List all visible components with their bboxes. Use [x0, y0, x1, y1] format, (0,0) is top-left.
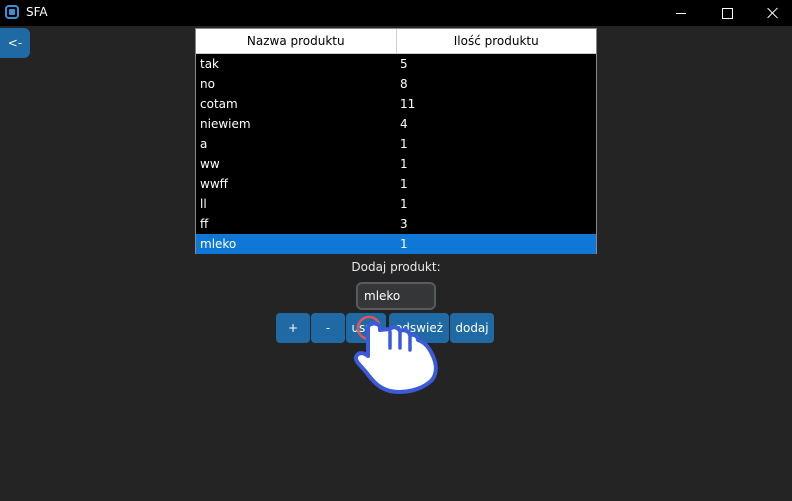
- cell-product-name: niewiem: [200, 117, 251, 131]
- cell-product-qty: 1: [400, 197, 408, 211]
- app-icon: [5, 5, 19, 19]
- table-body: tak 5 no 8 cotam 11 niewiem 4 a 1 ww 1 w…: [196, 54, 596, 254]
- table-header: Nazwa produktu Ilość produktu: [196, 29, 596, 54]
- cell-product-qty: 3: [400, 217, 408, 231]
- cell-product-qty: 11: [400, 97, 416, 111]
- cell-product-qty: 4: [400, 117, 408, 131]
- table-row[interactable]: tak 5: [196, 54, 596, 74]
- maximize-icon: [721, 7, 733, 19]
- cell-product-qty: 5: [400, 57, 408, 71]
- decrement-button[interactable]: -: [311, 313, 345, 343]
- table-row[interactable]: a 1: [196, 134, 596, 154]
- cell-product-qty: 8: [400, 77, 408, 91]
- table-row[interactable]: wwff 1: [196, 174, 596, 194]
- table-row[interactable]: ff 3: [196, 214, 596, 234]
- cell-product-name: cotam: [200, 97, 238, 111]
- title-bar: SFA: [0, 0, 792, 26]
- increment-button[interactable]: +: [276, 313, 310, 343]
- maximize-button[interactable]: [704, 0, 750, 26]
- window-title: SFA: [26, 5, 48, 19]
- back-button[interactable]: <-: [0, 28, 30, 58]
- minimize-icon: [676, 12, 686, 14]
- product-table: Nazwa produktu Ilość produktu tak 5 no 8…: [195, 28, 597, 254]
- cell-product-name: no: [200, 77, 215, 91]
- table-row[interactable]: ww 1: [196, 154, 596, 174]
- close-icon: [767, 7, 779, 19]
- table-row[interactable]: ll 1: [196, 194, 596, 214]
- cell-product-qty: 1: [400, 157, 408, 171]
- cell-product-qty: 1: [400, 177, 408, 191]
- table-row[interactable]: niewiem 4: [196, 114, 596, 134]
- column-header-quantity[interactable]: Ilość produktu: [395, 29, 597, 53]
- cell-product-name: ll: [200, 197, 207, 211]
- add-product-label: Dodaj produkt:: [351, 260, 441, 274]
- cell-product-qty: 1: [400, 237, 408, 251]
- cell-product-name: mleko: [200, 237, 237, 251]
- cell-product-name: ff: [200, 217, 209, 231]
- cell-product-qty: 1: [400, 137, 408, 151]
- cell-product-name: wwff: [200, 177, 228, 191]
- product-name-input[interactable]: [356, 282, 436, 310]
- cell-product-name: ww: [200, 157, 220, 171]
- cell-product-name: a: [200, 137, 208, 151]
- cell-product-name: tak: [200, 57, 220, 71]
- column-header-name[interactable]: Nazwa produktu: [196, 29, 396, 53]
- hand-pointer-icon: [353, 315, 438, 394]
- table-row[interactable]: cotam 11: [196, 94, 596, 114]
- table-row-selected[interactable]: mleko 1: [196, 234, 596, 254]
- table-row[interactable]: no 8: [196, 74, 596, 94]
- minimize-button[interactable]: [658, 0, 704, 26]
- add-button[interactable]: dodaj: [450, 313, 494, 343]
- close-button[interactable]: [750, 0, 792, 26]
